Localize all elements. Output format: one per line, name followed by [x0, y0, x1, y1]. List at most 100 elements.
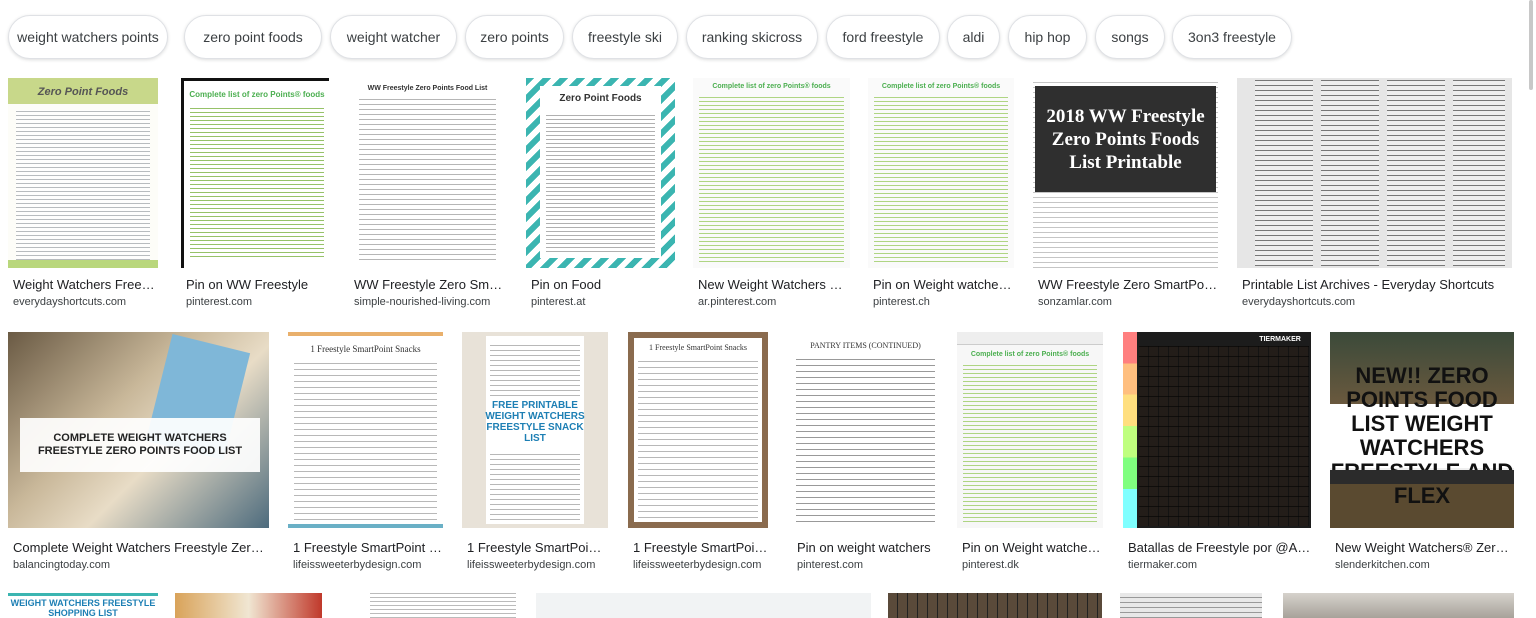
result-source[interactable]: pinterest.ch	[873, 296, 1014, 308]
result-title[interactable]: 1 Freestyle SmartPoin…	[633, 540, 768, 555]
result-title[interactable]: Printable List Archives - Everyday Short…	[1242, 277, 1512, 292]
result-title[interactable]: Weight Watchers Frees…	[13, 277, 158, 292]
result-card[interactable]	[370, 593, 516, 618]
result-source[interactable]: pinterest.dk	[962, 559, 1103, 571]
result-card[interactable]: WEIGHT WATCHERS FREESTYLE SHOPPING LIST	[8, 593, 158, 618]
result-thumbnail[interactable]: Complete list of zero Points® foods	[957, 332, 1103, 528]
chip-weight-watcher[interactable]: weight watcher	[330, 15, 457, 59]
result-source[interactable]: pinterest.at	[531, 296, 675, 308]
result-source[interactable]: pinterest.com	[186, 296, 329, 308]
chip-hip-hop[interactable]: hip hop	[1008, 15, 1087, 59]
result-title[interactable]: 1 Freestyle SmartPoint …	[293, 540, 443, 555]
result-source[interactable]: everydayshortcuts.com	[13, 296, 158, 308]
result-thumbnail[interactable]: Zero Point Foods	[8, 78, 158, 268]
related-search-chips: weight watchers points zero point foods …	[0, 0, 1536, 78]
result-card[interactable]: Zero Point Foods Weight Watchers Frees… …	[8, 78, 158, 318]
result-thumbnail[interactable]: 2018 WW Freestyle Zero Points Foods List…	[1033, 78, 1218, 268]
result-thumbnail[interactable]	[370, 593, 516, 618]
result-card[interactable]	[1120, 593, 1262, 618]
result-thumbnail[interactable]	[1237, 78, 1512, 268]
result-title[interactable]: Complete Weight Watchers Freestyle Zero …	[13, 540, 269, 555]
result-title[interactable]: New Weight Watchers F…	[698, 277, 850, 292]
result-card[interactable]: Complete list of zero Points® foods Pin …	[181, 78, 329, 318]
result-title[interactable]: Pin on weight watchers	[797, 540, 939, 555]
result-title[interactable]: Pin on WW Freestyle	[186, 277, 329, 292]
result-source[interactable]: balancingtoday.com	[13, 559, 269, 571]
result-card[interactable]	[175, 593, 322, 618]
result-thumbnail[interactable]	[1283, 593, 1514, 618]
result-card[interactable]: Complete list of zero Points® foods Pin …	[957, 332, 1103, 572]
thumb-heading: PANTRY ITEMS (CONTINUED)	[810, 340, 921, 350]
result-card[interactable]	[536, 593, 871, 618]
result-source[interactable]: lifeissweeterbydesign.com	[293, 559, 443, 571]
result-card[interactable]: COMPLETE WEIGHT WATCHERS FREESTYLE ZERO …	[8, 332, 269, 572]
result-card[interactable]: 1 Freestyle SmartPoint Snacks 1 Freestyl…	[288, 332, 443, 572]
result-card[interactable]	[888, 593, 1102, 618]
result-card[interactable]: TIERMAKER Batallas de Freestyle por @Al……	[1123, 332, 1311, 572]
result-thumbnail[interactable]: NEW!! ZERO POINTS FOOD LIST WEIGHT WATCH…	[1330, 332, 1514, 528]
result-source[interactable]: slenderkitchen.com	[1335, 559, 1514, 571]
result-source[interactable]: lifeissweeterbydesign.com	[467, 559, 608, 571]
thumb-heading: COMPLETE WEIGHT WATCHERS FREESTYLE ZERO …	[20, 418, 260, 472]
chip-ranking-skicross[interactable]: ranking skicross	[686, 15, 818, 59]
result-card[interactable]: 1 Freestyle SmartPoint Snacks 1 Freestyl…	[628, 332, 768, 572]
result-source[interactable]: everydayshortcuts.com	[1242, 296, 1512, 308]
result-thumbnail[interactable]: PANTRY ITEMS (CONTINUED)	[792, 332, 939, 528]
result-title[interactable]: Pin on Food	[531, 277, 675, 292]
chip-freestyle-ski[interactable]: freestyle ski	[572, 15, 678, 59]
result-thumbnail[interactable]: FREE PRINTABLE WEIGHT WATCHERS FREESTYLE…	[462, 332, 608, 528]
thumb-heading: 1 Freestyle SmartPoint Snacks	[649, 342, 747, 352]
result-source[interactable]: lifeissweeterbydesign.com	[633, 559, 768, 571]
result-thumbnail[interactable]	[888, 593, 1102, 618]
chip-weight-watchers-points[interactable]: weight watchers points	[8, 15, 168, 59]
result-card[interactable]: Complete list of zero Points® foods Pin …	[868, 78, 1014, 318]
result-source[interactable]: tiermaker.com	[1128, 559, 1311, 571]
result-title[interactable]: WW Freestyle Zero Sma…	[354, 277, 506, 292]
result-card[interactable]: FREE PRINTABLE WEIGHT WATCHERS FREESTYLE…	[462, 332, 608, 572]
result-thumbnail[interactable]: 1 Freestyle SmartPoint Snacks	[288, 332, 443, 528]
result-card[interactable]	[1283, 593, 1514, 618]
result-title[interactable]: New Weight Watchers® Zero…	[1335, 540, 1514, 555]
result-thumbnail[interactable]: Zero Point Foods	[526, 78, 675, 268]
result-thumbnail[interactable]: Complete list of zero Points® foods	[693, 78, 850, 268]
thumb-heading: NEW!! ZERO POINTS FOOD LIST WEIGHT WATCH…	[1330, 364, 1514, 508]
result-card[interactable]: 2018 WW Freestyle Zero Points Foods List…	[1033, 78, 1218, 318]
result-thumbnail[interactable]: 1 Freestyle SmartPoint Snacks	[628, 332, 768, 528]
thumb-heading: Complete list of zero Points® foods	[970, 350, 1090, 358]
result-source[interactable]: ar.pinterest.com	[698, 296, 850, 308]
result-card[interactable]: Printable List Archives - Everyday Short…	[1237, 78, 1512, 318]
result-thumbnail[interactable]	[175, 593, 322, 618]
result-thumbnail[interactable]: COMPLETE WEIGHT WATCHERS FREESTYLE ZERO …	[8, 332, 269, 528]
thumb-heading: WW Freestyle Zero Points Food List	[367, 84, 488, 92]
chip-zero-points[interactable]: zero points	[465, 15, 564, 59]
result-title[interactable]: Pin on Weight watcher…	[962, 540, 1103, 555]
result-card[interactable]: WW Freestyle Zero Points Food List WW Fr…	[349, 78, 506, 318]
chip-ford-freestyle[interactable]: ford freestyle	[826, 15, 940, 59]
chip-3on3-freestyle[interactable]: 3on3 freestyle	[1172, 15, 1292, 59]
result-card[interactable]: NEW!! ZERO POINTS FOOD LIST WEIGHT WATCH…	[1330, 332, 1514, 572]
result-card[interactable]: Complete list of zero Points® foods New …	[693, 78, 850, 318]
thumb-heading: Complete list of zero Points® foods	[189, 89, 325, 99]
result-source[interactable]: sonzamlar.com	[1038, 296, 1218, 308]
result-thumbnail[interactable]	[1120, 593, 1262, 618]
result-thumbnail[interactable]: Complete list of zero Points® foods	[181, 78, 329, 268]
thumb-heading: FREE PRINTABLE WEIGHT WATCHERS FREESTYLE…	[485, 400, 585, 444]
result-title[interactable]: WW Freestyle Zero SmartPoi…	[1038, 277, 1218, 292]
result-thumbnail[interactable]: WW Freestyle Zero Points Food List	[349, 78, 506, 268]
result-title[interactable]: 1 Freestyle SmartPoin…	[467, 540, 608, 555]
result-thumbnail[interactable]: WEIGHT WATCHERS FREESTYLE SHOPPING LIST	[8, 593, 158, 618]
result-card[interactable]: PANTRY ITEMS (CONTINUED) Pin on weight w…	[792, 332, 939, 572]
page-scrollbar[interactable]	[1529, 0, 1533, 90]
chip-songs[interactable]: songs	[1095, 15, 1165, 59]
chip-zero-point-foods[interactable]: zero point foods	[184, 15, 322, 59]
result-thumbnail[interactable]	[536, 593, 871, 618]
thumb-heading: 2018 WW Freestyle Zero Points Foods List…	[1035, 86, 1216, 192]
result-source[interactable]: simple-nourished-living.com	[354, 296, 506, 308]
result-title[interactable]: Batallas de Freestyle por @Al…	[1128, 540, 1311, 555]
result-source[interactable]: pinterest.com	[797, 559, 939, 571]
result-title[interactable]: Pin on Weight watcher…	[873, 277, 1014, 292]
result-card[interactable]: Zero Point Foods Pin on Food pinterest.a…	[526, 78, 675, 318]
chip-aldi[interactable]: aldi	[947, 15, 1000, 59]
result-thumbnail[interactable]: Complete list of zero Points® foods	[868, 78, 1014, 268]
result-thumbnail[interactable]: TIERMAKER	[1123, 332, 1311, 528]
